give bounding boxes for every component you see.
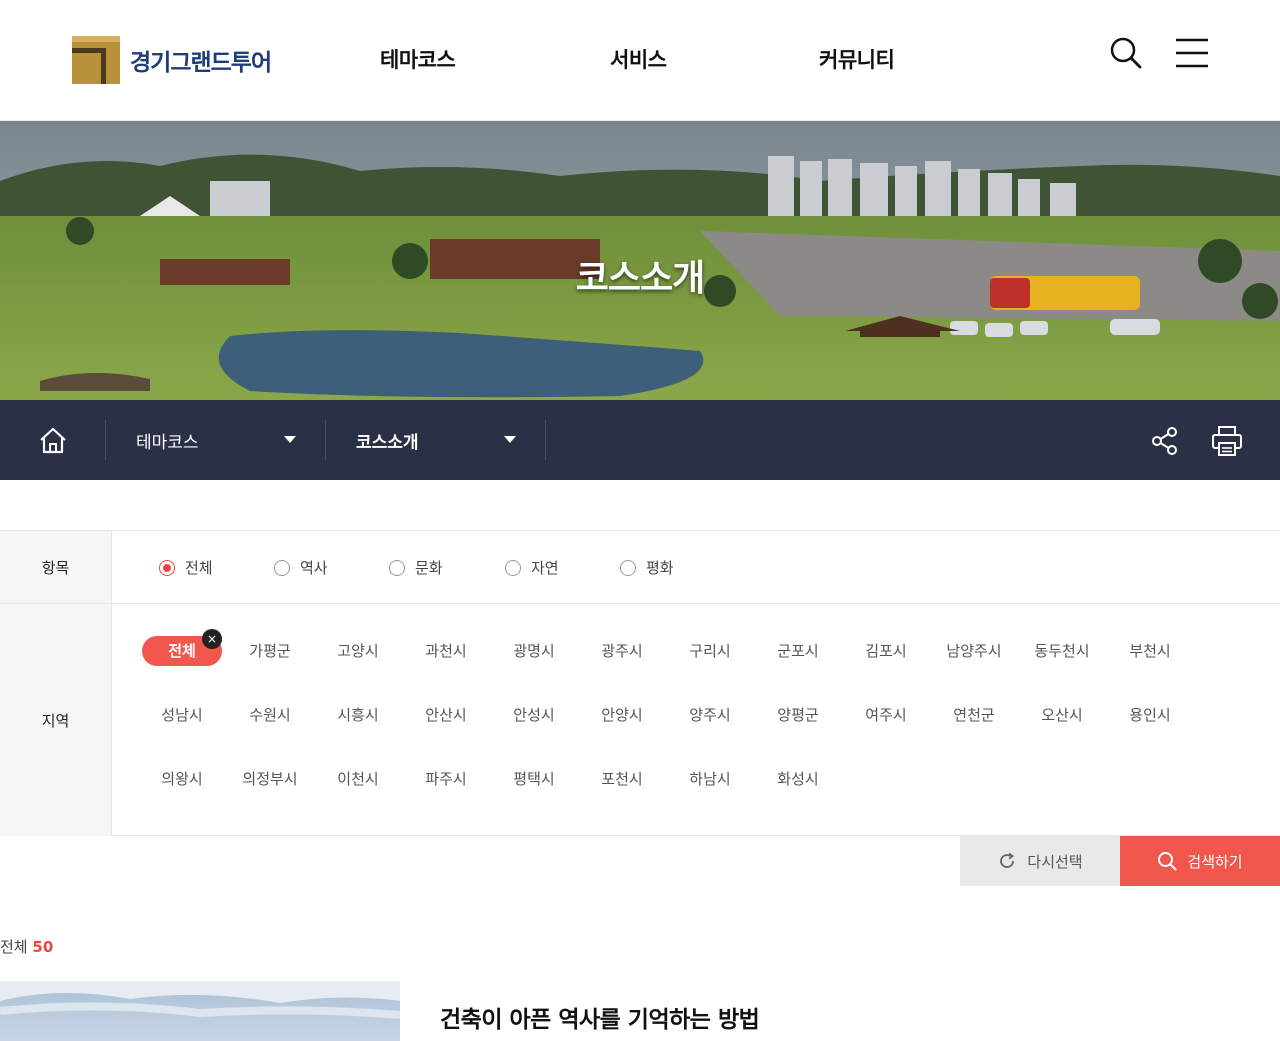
region-chip[interactable]: 안양시 xyxy=(578,700,666,730)
depth1-label: 테마코스 xyxy=(136,432,199,453)
radio-unchecked-icon xyxy=(620,559,636,576)
region-chip[interactable]: 남양주시 xyxy=(930,636,1018,666)
region-chip[interactable]: 포천시 xyxy=(578,764,666,794)
result-count: 전체 50 xyxy=(0,936,53,957)
region-chip[interactable]: 의왕시 xyxy=(138,764,226,794)
thumbnail-image xyxy=(0,981,400,1019)
region-chip[interactable]: 파주시 xyxy=(402,764,490,794)
radio-label: 자연 xyxy=(531,559,559,577)
reset-button[interactable]: 다시선택 xyxy=(960,836,1120,886)
radio-label: 문화 xyxy=(415,559,443,577)
region-chip[interactable]: 양주시 xyxy=(666,700,754,730)
share-icon[interactable] xyxy=(1148,424,1182,458)
print-icon[interactable] xyxy=(1210,424,1244,458)
region-chip[interactable]: 구리시 xyxy=(666,636,754,666)
region-chip[interactable]: 군포시 xyxy=(754,636,842,666)
radio-nature[interactable]: 자연 xyxy=(505,557,559,578)
depth2-label: 코스소개 xyxy=(356,432,419,453)
region-chip[interactable]: 안산시 xyxy=(402,700,490,730)
nav-service[interactable]: 서비스 xyxy=(610,44,667,74)
radio-peace[interactable]: 평화 xyxy=(620,557,674,578)
nav-theme-course[interactable]: 테마코스 xyxy=(380,44,456,74)
radio-unchecked-icon xyxy=(274,559,290,576)
region-chip[interactable]: 광명시 xyxy=(490,636,578,666)
region-chip[interactable]: 하남시 xyxy=(666,764,754,794)
region-chip[interactable]: 이천시 xyxy=(314,764,402,794)
location-bar: 테마코스 코스소개 xyxy=(0,400,1280,480)
radio-all[interactable]: 전체 xyxy=(159,557,213,578)
region-chip[interactable]: 가평군 xyxy=(226,636,314,666)
category-row: 항목 전체 역사 문화 자연 평화 xyxy=(0,531,1280,604)
region-chip[interactable]: 고양시 xyxy=(314,636,402,666)
depth2-dropdown[interactable]: 코스소개 xyxy=(326,400,545,480)
region-label: 지역 xyxy=(0,604,112,836)
total-count: 50 xyxy=(32,938,54,956)
logo-text: 경기그랜드투어 xyxy=(130,50,272,76)
chevron-down-icon xyxy=(504,436,516,443)
radio-unchecked-icon xyxy=(505,559,521,576)
region-chip[interactable]: 양평군 xyxy=(754,700,842,730)
site-logo[interactable]: 경기그랜드투어 xyxy=(72,36,272,84)
close-icon[interactable]: × xyxy=(202,629,222,649)
depth1-dropdown[interactable]: 테마코스 xyxy=(106,400,325,480)
search-icon[interactable] xyxy=(1109,36,1143,70)
region-chip[interactable]: 수원시 xyxy=(226,700,314,730)
radio-history[interactable]: 역사 xyxy=(274,557,328,578)
region-chip[interactable]: 부천시 xyxy=(1106,636,1194,666)
refresh-icon xyxy=(1000,852,1015,868)
site-header: 경기그랜드투어 테마코스 서비스 커뮤니티 xyxy=(0,0,1280,121)
page-title: 코스소개 xyxy=(575,258,705,299)
total-label: 전체 xyxy=(0,938,28,956)
search-icon xyxy=(1158,852,1177,871)
region-chip[interactable]: 동두천시 xyxy=(1018,636,1106,666)
region-chip[interactable]: 시흥시 xyxy=(314,700,402,730)
radio-unchecked-icon xyxy=(389,559,405,576)
region-chip[interactable]: 의정부시 xyxy=(226,764,314,794)
search-filter: 항목 전체 역사 문화 자연 평화 지역 전체 × 가평군 고양시 과천시 광명… xyxy=(0,530,1280,836)
hero-banner: 코스소개 xyxy=(0,121,1280,400)
region-chip[interactable]: 오산시 xyxy=(1018,700,1106,730)
radio-label: 역사 xyxy=(300,559,328,577)
logo-mark-icon xyxy=(72,36,120,84)
region-chip[interactable]: 연천군 xyxy=(930,700,1018,730)
category-label: 항목 xyxy=(0,531,112,603)
chevron-down-icon xyxy=(284,436,296,443)
divider xyxy=(545,420,546,460)
region-chip[interactable]: 평택시 xyxy=(490,764,578,794)
region-chip[interactable]: 김포시 xyxy=(842,636,930,666)
course-thumbnail[interactable] xyxy=(0,981,400,1041)
nav-community[interactable]: 커뮤니티 xyxy=(819,44,895,74)
region-chip[interactable]: 안성시 xyxy=(490,700,578,730)
search-label: 검색하기 xyxy=(1187,852,1243,871)
region-chip[interactable]: 화성시 xyxy=(754,764,842,794)
region-chip[interactable]: 광주시 xyxy=(578,636,666,666)
region-chip[interactable]: 성남시 xyxy=(138,700,226,730)
region-chip[interactable]: 과천시 xyxy=(402,636,490,666)
radio-label: 전체 xyxy=(185,559,213,577)
reset-label: 다시선택 xyxy=(1027,852,1083,871)
search-button[interactable]: 검색하기 xyxy=(1120,836,1280,886)
home-icon[interactable] xyxy=(26,424,80,456)
menu-icon[interactable] xyxy=(1175,36,1209,70)
radio-label: 평화 xyxy=(646,559,674,577)
course-title[interactable]: 건축이 아픈 역사를 기억하는 방법 xyxy=(440,1000,760,1034)
region-chip[interactable]: 여주시 xyxy=(842,700,930,730)
region-chip[interactable]: 용인시 xyxy=(1106,700,1194,730)
radio-culture[interactable]: 문화 xyxy=(389,557,443,578)
radio-checked-icon xyxy=(159,559,175,576)
